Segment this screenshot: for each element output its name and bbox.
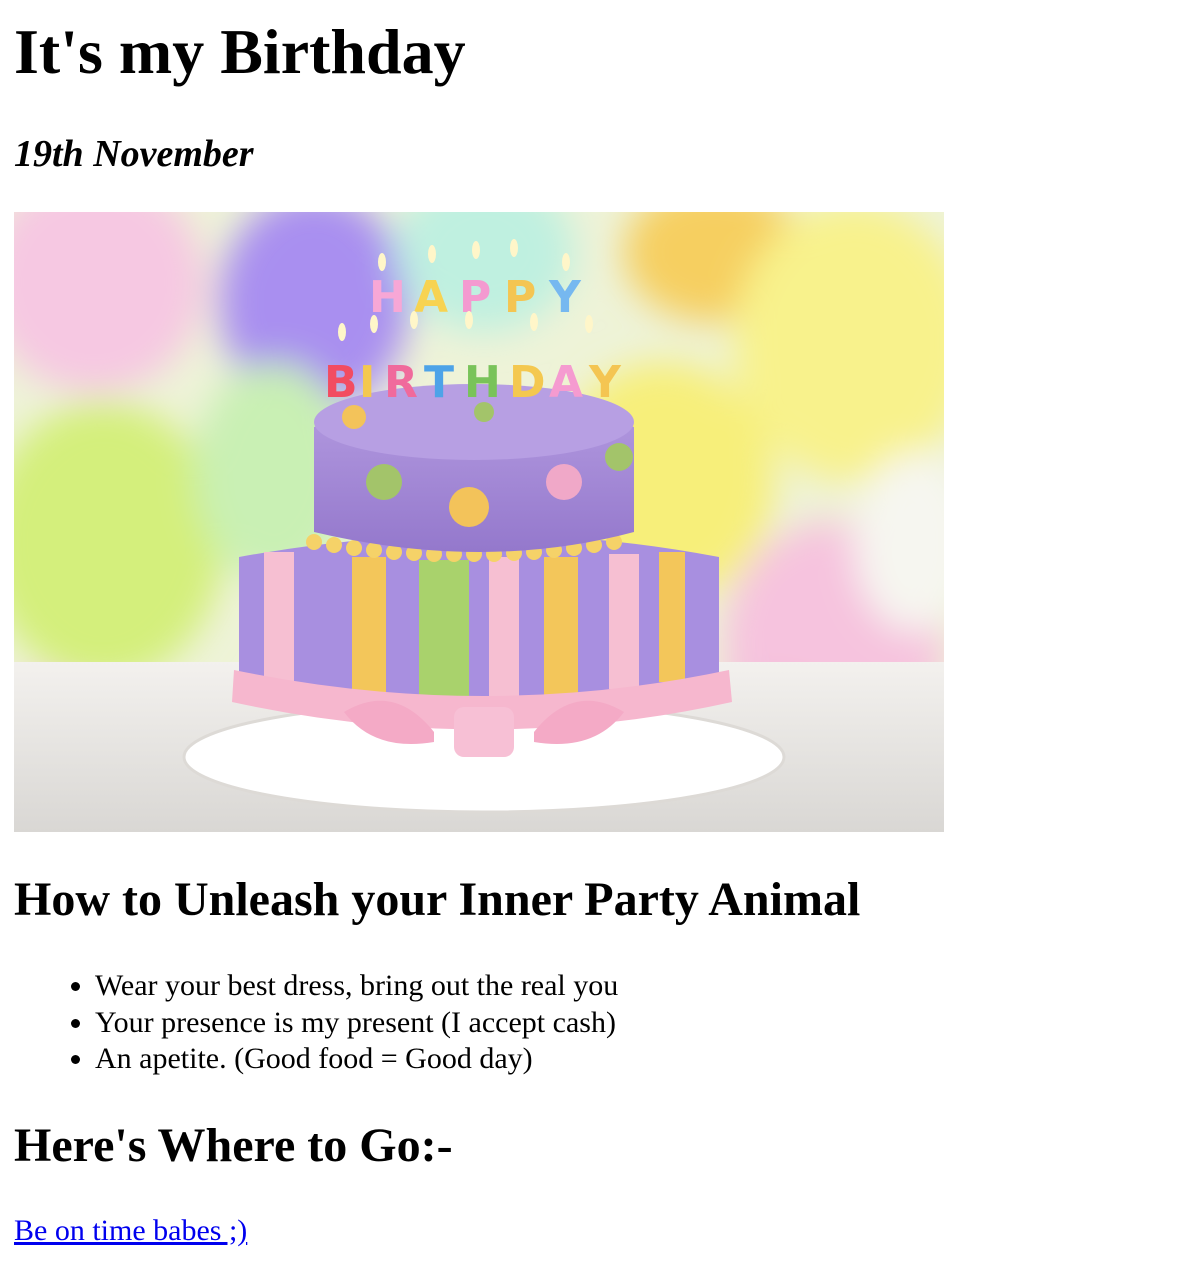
list-item: Wear your best dress, bring out the real… xyxy=(95,968,618,1005)
svg-text:H: H xyxy=(464,357,501,408)
svg-text:B: B xyxy=(324,357,358,408)
svg-text:A: A xyxy=(414,272,448,323)
svg-text:A: A xyxy=(549,357,583,408)
birthday-cake-image: H A P P Y B I R T H D A Y xyxy=(14,212,944,832)
svg-text:R: R xyxy=(384,357,418,408)
svg-text:Y: Y xyxy=(588,357,622,408)
location-link[interactable]: Be on time babes ;) xyxy=(14,1213,247,1249)
svg-text:P: P xyxy=(459,272,491,323)
section-heading-where-to-go: Here's Where to Go:- xyxy=(14,1119,453,1172)
svg-text:D: D xyxy=(509,357,546,408)
list-item: Your presence is my present (I accept ca… xyxy=(95,1005,618,1042)
party-tips-list: Wear your best dress, bring out the real… xyxy=(0,968,618,1078)
svg-text:Y: Y xyxy=(548,272,582,323)
page-title: It's my Birthday xyxy=(14,16,466,87)
svg-text:T: T xyxy=(424,357,454,408)
section-heading-party-animal: How to Unleash your Inner Party Animal xyxy=(14,873,861,926)
svg-text:I: I xyxy=(359,357,375,408)
list-item: An apetite. (Good food = Good day) xyxy=(95,1041,618,1078)
event-date: 19th November xyxy=(14,133,254,175)
